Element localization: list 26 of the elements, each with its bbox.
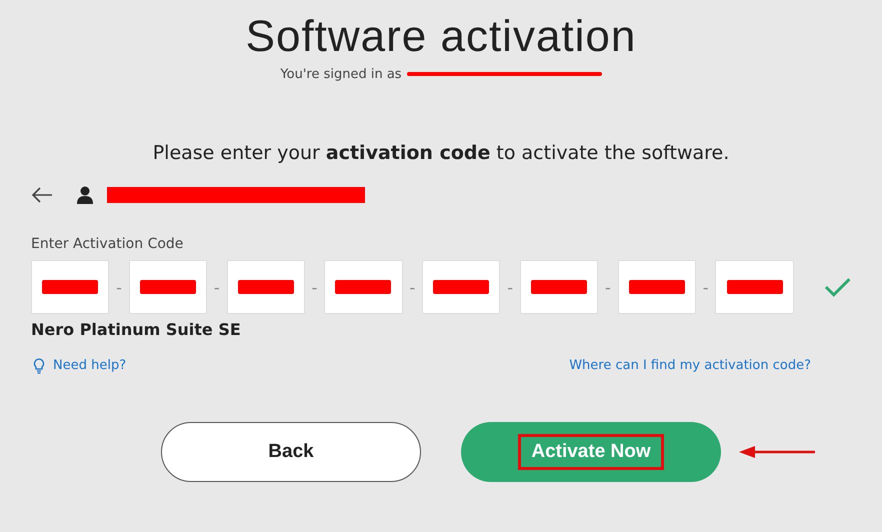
code-field[interactable] — [618, 260, 696, 314]
product-name: Nero Platinum Suite SE — [31, 320, 242, 339]
help-link[interactable]: Need help? — [31, 356, 126, 374]
separator: - — [604, 278, 612, 296]
separator: - — [310, 278, 318, 296]
code-field[interactable] — [422, 260, 500, 314]
code-field[interactable] — [31, 260, 110, 314]
code-field[interactable] — [324, 260, 403, 314]
lightbulb-icon — [31, 356, 47, 374]
field-label: Enter Activation Code — [31, 236, 184, 252]
activation-code-link[interactable]: Where can I find my activation code? — [569, 356, 811, 374]
instruction-text: Please enter your activation code to activate the software. — [152, 142, 730, 164]
signed-in-text: You're signed in as — [280, 66, 402, 82]
back-arrow-icon[interactable] — [31, 187, 53, 203]
separator: - — [212, 278, 221, 296]
separator: - — [506, 278, 514, 296]
code-field[interactable] — [226, 260, 305, 314]
back-button[interactable]: Back — [161, 422, 421, 482]
separator: - — [702, 278, 710, 296]
code-field[interactable] — [520, 260, 598, 314]
code-field[interactable] — [715, 260, 794, 314]
code-field[interactable] — [128, 260, 208, 314]
user-icon — [77, 186, 93, 204]
separator: - — [115, 278, 123, 296]
page-title: Software activation — [246, 11, 636, 63]
separator: - — [408, 278, 416, 296]
